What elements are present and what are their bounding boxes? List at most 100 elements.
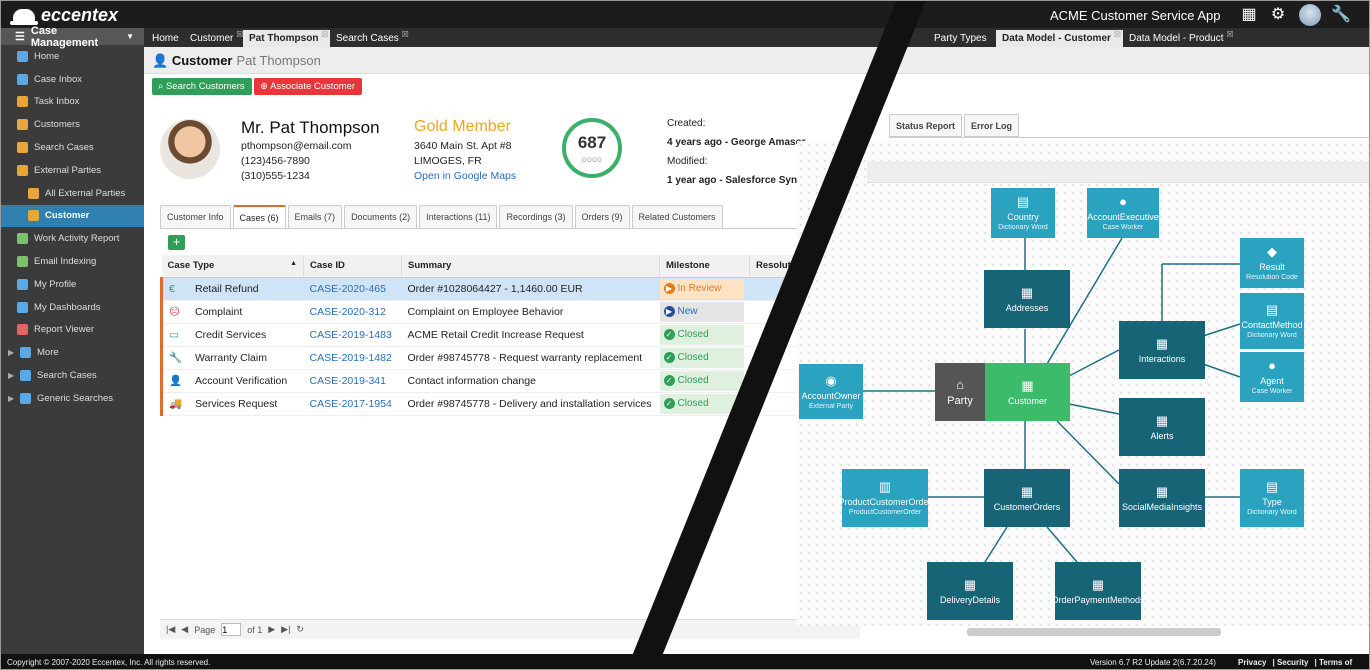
node-social-media-insights[interactable]: ▦ SocialMediaInsights xyxy=(1119,469,1205,527)
table-row[interactable]: € Retail Refund CASE-2020-465 Order #102806… xyxy=(160,277,860,301)
node-account-executive[interactable]: ● AccountExecutive Case Worker xyxy=(1087,188,1159,238)
node-interactions[interactable]: ▦ Interactions xyxy=(1119,321,1205,379)
subtab-emails-7[interactable]: Emails (7) xyxy=(287,205,343,228)
expand-arrow-icon[interactable]: ▶ xyxy=(8,371,14,380)
close-icon[interactable]: ☒ xyxy=(321,30,328,40)
sidebar-item-generic-searches[interactable]: ▶ Generic Searches xyxy=(1,387,144,410)
add-case-button[interactable]: + xyxy=(168,235,185,250)
column-header-case-type[interactable]: Case Type ▲ xyxy=(161,255,304,278)
user-avatar[interactable] xyxy=(1299,4,1321,26)
sidebar-item-work-activity-report[interactable]: Work Activity Report xyxy=(1,227,144,250)
case-id-link[interactable]: CASE-2019-341 xyxy=(303,369,402,393)
sidebar-item-search-cases[interactable]: Search Cases xyxy=(1,136,144,159)
case-id-link[interactable]: CASE-2020-465 xyxy=(303,277,402,301)
customer-email[interactable]: pthompson@email.com xyxy=(241,140,351,152)
node-delivery-details[interactable]: ▦ DeliveryDetails xyxy=(927,562,1013,620)
sidebar-item-task-inbox[interactable]: Task Inbox xyxy=(1,91,144,114)
tab-customer[interactable]: Customer ☒ xyxy=(184,30,245,47)
node-customer[interactable]: ▦ Customer xyxy=(985,363,1070,421)
case-id-link[interactable]: CASE-2019-1483 xyxy=(303,323,402,347)
tab-party-types[interactable]: Party Types xyxy=(928,30,999,47)
sidebar-item-email-indexing[interactable]: Email Indexing xyxy=(1,250,144,273)
node-customer-orders[interactable]: ▦ CustomerOrders xyxy=(984,469,1070,527)
sidebar-item-customers[interactable]: Customers xyxy=(1,113,144,136)
last-page-icon[interactable]: ▶| xyxy=(281,624,290,635)
search-cases-icon xyxy=(17,142,28,154)
close-icon[interactable]: ☒ xyxy=(1114,30,1121,40)
sidebar-item-report-viewer[interactable]: Report Viewer xyxy=(1,319,144,342)
subtab-related-customers[interactable]: Related Customers xyxy=(631,205,723,228)
modified-value: 1 year ago - Salesforce Sync xyxy=(667,175,803,186)
node-country[interactable]: ▤ Country Dictionary Word xyxy=(991,188,1055,238)
sidebar-item-label: Search Cases xyxy=(37,370,97,382)
apps-grid-icon[interactable]: ▦ xyxy=(1240,6,1258,24)
sidebar-item-case-inbox[interactable]: Case Inbox xyxy=(1,68,144,91)
page-input[interactable] xyxy=(221,623,242,636)
privacy-link[interactable]: Privacy xyxy=(1238,658,1266,667)
sidebar-item-my-profile[interactable]: My Profile xyxy=(1,273,144,296)
tab-data-model-customer[interactable]: Data Model - Customer ☒ xyxy=(996,30,1123,47)
subtab-orders-9[interactable]: Orders (9) xyxy=(574,205,630,228)
subtab-interactions-11[interactable]: Interactions (11) xyxy=(419,205,498,228)
sidebar-item-my-dashboards[interactable]: My Dashboards xyxy=(1,296,144,319)
node-product-customer-order[interactable]: ▥ ProductCustomerOrder ProductCustomerOrde… xyxy=(838,469,932,527)
expand-arrow-icon[interactable]: ▶ xyxy=(8,394,14,403)
column-header-summary[interactable]: Summary xyxy=(401,255,660,278)
tab-search-cases[interactable]: Search Cases ☒ xyxy=(330,30,411,47)
subtab-recordings-3[interactable]: Recordings (3) xyxy=(499,205,573,228)
table-row[interactable]: ▭ Credit Services CASE-2019-1483 ACME Retai… xyxy=(160,323,860,347)
expand-arrow-icon[interactable]: ▶ xyxy=(8,348,14,357)
node-account-owner[interactable]: ◉ AccountOwner External Party xyxy=(799,364,863,419)
node-addresses[interactable]: ▦ Addresses xyxy=(984,270,1070,328)
pager: |◀ ◀ Page of 1 ▶ ▶| ↻ xyxy=(160,619,860,639)
search-customers-button[interactable]: ⌕ Search Customers xyxy=(152,78,252,95)
subtab-customer-info[interactable]: Customer Info xyxy=(160,205,231,228)
case-type-icon: 👤 xyxy=(169,375,183,387)
top-bar: eccentex ACME Customer Service App ▦ ⚙ 🔧 xyxy=(1,1,1369,28)
google-maps-link[interactable]: Open in Google Maps xyxy=(414,170,516,182)
associate-customer-button[interactable]: ⊕ Associate Customer xyxy=(254,78,363,95)
book-icon: ▥ xyxy=(878,479,892,494)
table-row[interactable]: 👤 Account Verification CASE-2019-341 Contac… xyxy=(160,369,860,393)
case-id-link[interactable]: CASE-2020-312 xyxy=(303,300,402,324)
case-id-link[interactable]: CASE-2017-1954 xyxy=(303,392,402,416)
milestone-status-icon: ✓ xyxy=(663,375,675,386)
table-row[interactable]: ☹ Complaint CASE-2020-312 Complaint on Empl… xyxy=(160,300,860,324)
node-order-payment-methods[interactable]: ▦ OrderPaymentMethods xyxy=(1051,562,1145,620)
refresh-icon[interactable]: ↻ xyxy=(296,624,304,635)
prev-page-icon[interactable]: ◀ xyxy=(181,624,188,635)
tab-error-log[interactable]: Error Log xyxy=(964,114,1020,137)
node-result[interactable]: ◆ Result Resolution Code xyxy=(1240,238,1304,288)
table-row[interactable]: 🔧 Warranty Claim CASE-2019-1482 Order #9874… xyxy=(160,346,860,370)
wrench-icon[interactable]: 🔧 xyxy=(1331,6,1351,24)
column-header-milestone[interactable]: Milestone xyxy=(659,255,750,278)
sidebar-header[interactable]: ☰ Case Management ▼ xyxy=(1,25,144,49)
horizontal-scrollbar[interactable] xyxy=(967,628,1221,636)
sidebar-item-external-parties[interactable]: External Parties xyxy=(1,159,144,182)
sidebar-item-more[interactable]: ▶ More xyxy=(1,341,144,364)
close-icon[interactable]: ☒ xyxy=(402,30,409,40)
node-type[interactable]: ▤ Type Dictionary Word xyxy=(1240,469,1304,527)
first-page-icon[interactable]: |◀ xyxy=(166,624,175,635)
link-icon: ⊕ xyxy=(260,81,271,92)
node-party[interactable]: ⌂ Party xyxy=(935,363,985,421)
sidebar-item-customer[interactable]: Customer xyxy=(1,204,144,228)
gear-icon[interactable]: ⚙ xyxy=(1269,6,1287,24)
node-contact-method[interactable]: ▤ ContactMethod Dictionary Word xyxy=(1240,293,1304,349)
close-icon[interactable]: ☒ xyxy=(1226,30,1233,40)
next-page-icon[interactable]: ▶ xyxy=(268,624,275,635)
sidebar-item-search-cases[interactable]: ▶ Search Cases xyxy=(1,364,144,387)
tab-status-report[interactable]: Status Report xyxy=(889,114,963,137)
brand-logo[interactable]: eccentex xyxy=(10,5,118,26)
table-row[interactable]: 🚚 Services Request CASE-2017-1954 Order #98… xyxy=(160,392,860,416)
node-alerts[interactable]: ▦ Alerts xyxy=(1119,398,1205,456)
case-id-link[interactable]: CASE-2019-1482 xyxy=(303,346,402,370)
tab-pat-thompson[interactable]: Pat Thompson ☒ xyxy=(243,30,331,47)
subtab-cases-6[interactable]: Cases (6) xyxy=(232,205,286,228)
node-agent[interactable]: ● Agent Case Worker xyxy=(1240,352,1304,402)
column-header-case-id[interactable]: Case ID xyxy=(303,255,402,278)
security-link[interactable]: Security xyxy=(1277,658,1309,667)
tab-data-model-product[interactable]: Data Model - Product ☒ xyxy=(1123,30,1236,47)
subtab-documents-2[interactable]: Documents (2) xyxy=(344,205,418,228)
sidebar-item-all-external-parties[interactable]: All External Parties xyxy=(1,182,144,205)
